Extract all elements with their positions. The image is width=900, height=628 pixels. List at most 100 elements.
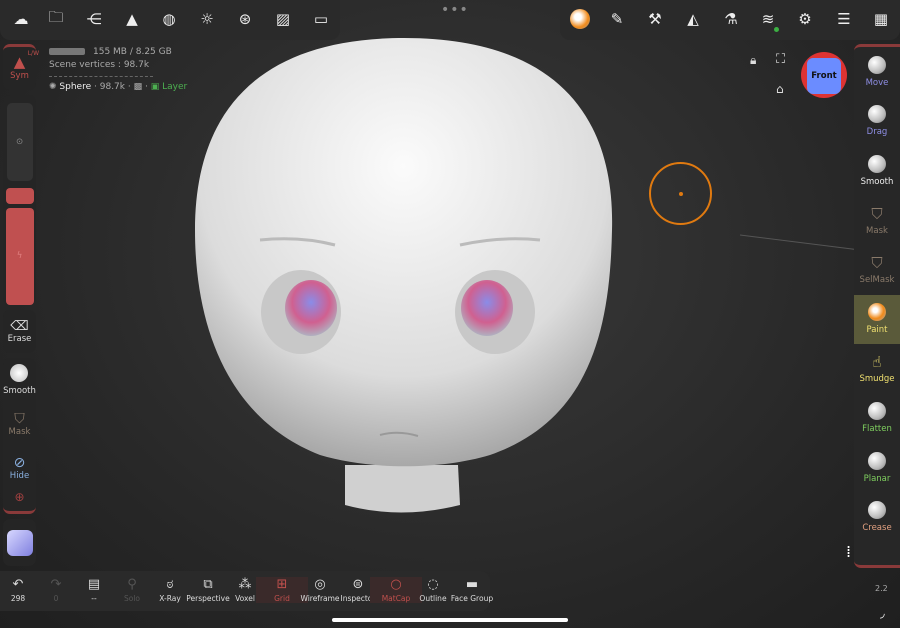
topology-icon[interactable]: ▲	[120, 8, 144, 30]
symmetry-button[interactable]: ▲ Sym L/W	[3, 44, 39, 90]
tool-label: Mask	[866, 225, 888, 236]
render-icon[interactable]: ⊛	[233, 8, 257, 30]
quick-hide[interactable]: ⊘ Hide	[10, 446, 29, 490]
tool-label: Crease	[862, 523, 892, 534]
scene-graph-icon[interactable]: ⋲	[82, 8, 106, 30]
tool-smudge[interactable]: ☝ Smudge	[854, 344, 900, 394]
quick-mask[interactable]: ⛉ Mask	[9, 402, 31, 446]
toolbar-label: 298	[10, 594, 26, 603]
cube-icon	[6, 529, 33, 556]
panel-resize-handle[interactable]: ⁞	[846, 542, 851, 561]
toolbar-label: Face Group	[450, 594, 494, 603]
mask-icon: ⛉	[14, 411, 25, 427]
folder-icon[interactable]: 🗀	[44, 8, 68, 30]
background-image-icon[interactable]: ▨	[271, 8, 295, 30]
corner-handle[interactable]: ◞	[880, 606, 885, 620]
intensity-slider[interactable]: ϟ	[5, 207, 34, 305]
smooth-icon	[10, 364, 29, 382]
tool-label: Smooth	[860, 176, 894, 187]
symmetry-icon: ▲	[13, 53, 26, 71]
erase-label: Erase	[7, 334, 32, 344]
erase-button[interactable]: ⌫ Erase	[3, 310, 36, 353]
tool-planar[interactable]: Planar	[854, 443, 900, 493]
home-icon[interactable]: ⌂	[776, 82, 784, 96]
mesh-name: Sphere	[59, 82, 92, 92]
toolbar-label: Voxel	[235, 594, 255, 603]
top-right-toolbar: ✎ ⚒ ◭ ⚗ ≋ ⚙ ☰ ▦	[560, 0, 900, 40]
experimental-icon[interactable]: ⚗	[719, 8, 743, 30]
interface-icon[interactable]: ▦	[869, 8, 893, 30]
home-indicator[interactable]	[332, 618, 568, 622]
tool-label: Planar	[863, 473, 891, 484]
quick-smooth[interactable]: Smooth	[3, 358, 36, 402]
tool-settings-icon[interactable]: ⚒	[643, 8, 667, 30]
mask-icon: ⛉	[871, 204, 883, 223]
toolbar-label: MatCap	[381, 594, 411, 603]
gizmo-tool-icon[interactable]: ⊕	[14, 490, 24, 504]
gizmo-front-label: Front	[807, 58, 841, 94]
tool-panel: Move Drag Smooth ⛉ Mask ⛉ SelMask Paint ☝ Smudge F…	[854, 44, 900, 568]
material-sphere-icon[interactable]: ◍	[157, 8, 181, 30]
separator: ·	[144, 82, 148, 92]
mesh-row[interactable]: ✺ Sphere · 98.7k · ▩ · ▣ Layer	[49, 81, 187, 94]
sliders-icon[interactable]: ☰	[832, 8, 856, 30]
toolbar-label: --	[91, 594, 97, 603]
lock-icon[interactable]: 🔒︎	[750, 53, 756, 68]
tool-smooth[interactable]: Smooth	[854, 146, 900, 196]
sphere-icon: ✺	[49, 82, 57, 92]
mask-label: Mask	[8, 427, 31, 437]
planar-icon	[868, 451, 886, 470]
move-icon	[868, 55, 886, 74]
layers-icon[interactable]: ≋	[756, 8, 780, 32]
3d-viewport[interactable]	[0, 0, 900, 628]
toolbar-label: 0	[53, 594, 59, 603]
settings-icon[interactable]: ⚙	[793, 8, 817, 30]
paint-icon	[868, 303, 886, 322]
cloud-icon[interactable]: ☁	[9, 8, 33, 30]
crease-icon	[868, 501, 886, 520]
radius-slider[interactable]: ⊙	[6, 103, 33, 181]
view-cube-gizmo[interactable]: Front	[801, 52, 847, 98]
memory-bar	[49, 48, 85, 55]
tool-mask[interactable]: ⛉ Mask	[854, 196, 900, 246]
paint-material-icon[interactable]	[568, 8, 592, 30]
toolbar-label: Outline	[419, 594, 447, 603]
divider	[49, 76, 153, 77]
mesh-vertices: · 98.7k ·	[94, 82, 131, 92]
tool-crease[interactable]: Crease	[854, 493, 900, 543]
tool-paint[interactable]: Paint	[854, 294, 900, 344]
symmetry-icon[interactable]: ◭	[681, 8, 705, 30]
light-icon[interactable]: ☼	[195, 8, 219, 30]
tool-label: Smudge	[859, 374, 895, 385]
smooth-icon	[868, 154, 886, 173]
toolbar-label: Solo	[123, 594, 141, 603]
smooth-label: Smooth	[3, 386, 36, 396]
checker-icon: ▩	[133, 82, 143, 92]
drag-icon	[868, 105, 886, 124]
tool-label: Drag	[866, 127, 888, 138]
face-group-icon: ▬	[465, 577, 479, 592]
tool-drag[interactable]: Drag	[854, 97, 900, 147]
brush-stroke-icon[interactable]: ✎	[605, 8, 629, 30]
fullscreen-icon[interactable]: ⛶	[776, 52, 785, 67]
layer-label: Layer	[162, 82, 188, 92]
scene-vertices: Scene vertices : 98.7k	[49, 60, 150, 70]
camera-icon[interactable]: ▭	[309, 8, 333, 30]
tool-selmask[interactable]: ⛉ SelMask	[854, 245, 900, 295]
flatten-icon	[868, 402, 886, 421]
selmask-icon: ⛉	[871, 254, 883, 273]
bottom-toolbar: ↶ 298 ↷ 0 ▤ -- ⚲ Solo ಠ X-Ray ⧉ Perspective ⁂ Voxel ⊞ G…	[0, 571, 493, 611]
matcap-preview[interactable]	[3, 519, 36, 566]
tool-flatten[interactable]: Flatten	[854, 394, 900, 444]
smudge-icon: ☝	[872, 353, 882, 372]
tool-move[interactable]: Move	[854, 47, 900, 97]
toolbar-face-group-button[interactable]: ▬ Face Group	[446, 577, 498, 603]
top-left-toolbar: ☁ 🗀 ⋲ ▲ ◍ ☼ ⊛ ▨ ▭	[0, 0, 340, 40]
more-icon[interactable]: •••	[441, 2, 469, 18]
hide-icon: ⊘	[13, 455, 26, 471]
radius-handle[interactable]	[5, 187, 34, 204]
tool-label: SelMask	[859, 275, 895, 286]
eraser-icon: ⌫	[10, 319, 29, 334]
version-value: 2.2	[875, 584, 888, 593]
toolbar-label: X-Ray	[159, 594, 181, 603]
